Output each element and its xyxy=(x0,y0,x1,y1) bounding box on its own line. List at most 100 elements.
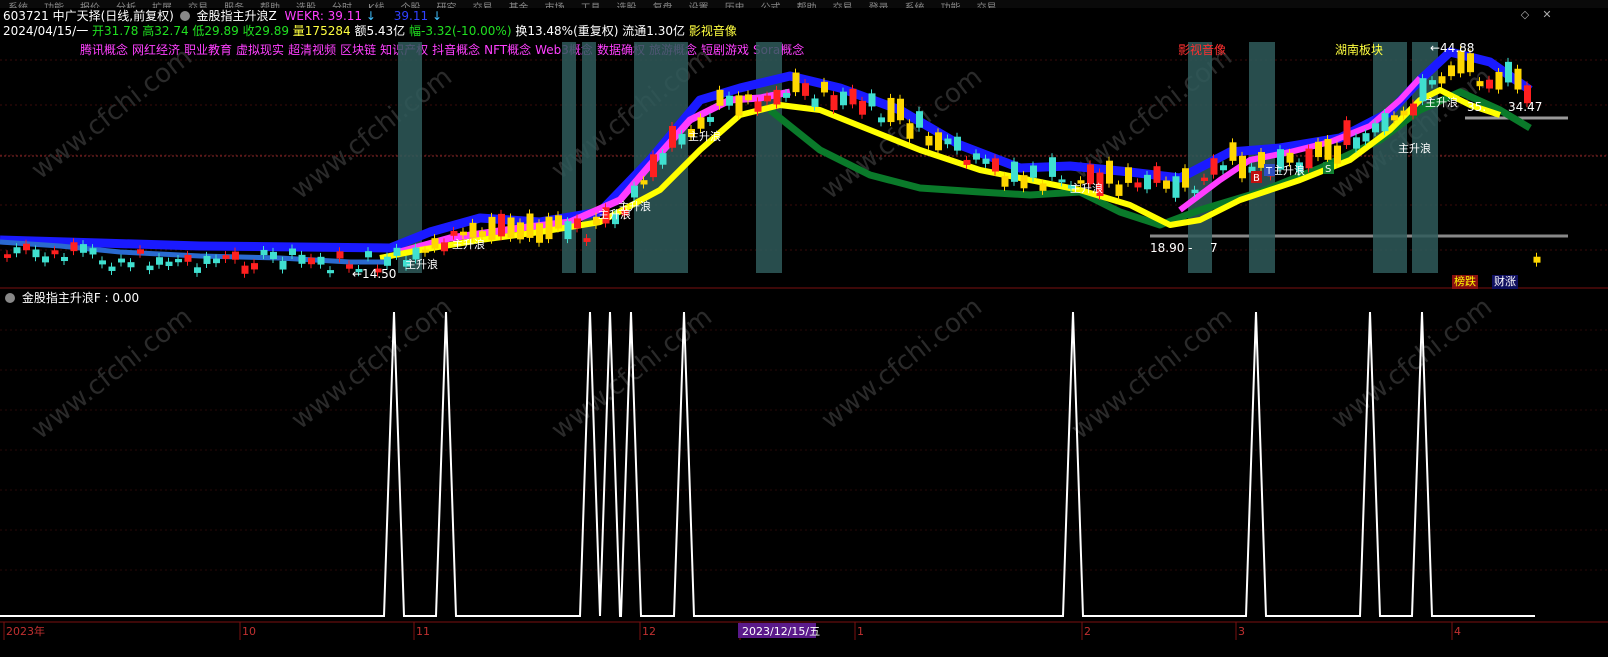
candle-body xyxy=(298,254,306,264)
candle-body xyxy=(1030,165,1037,178)
candle-body xyxy=(973,153,980,160)
candle-body xyxy=(1106,160,1113,184)
candle-body xyxy=(906,123,914,139)
candle-body xyxy=(1220,165,1227,171)
candle-body xyxy=(1286,152,1294,163)
wave-label: 主升浪 xyxy=(688,129,721,143)
badge-up[interactable]: 财涨 xyxy=(1492,275,1518,289)
candle-body xyxy=(935,132,942,151)
candle-body xyxy=(1163,180,1170,189)
candle-body xyxy=(317,256,325,265)
candle-body xyxy=(1334,145,1341,164)
candle-body xyxy=(175,258,182,263)
candle-body xyxy=(726,95,733,106)
candle-body xyxy=(982,158,990,164)
watermark-text: www.cfchi.com xyxy=(286,62,458,206)
watermark-text: www.cfchi.com xyxy=(816,292,988,436)
candle-body xyxy=(1258,152,1265,168)
watermark-text: www.cfchi.com xyxy=(1066,302,1238,446)
axis-label: 12 xyxy=(642,625,656,638)
candle-body xyxy=(241,265,249,274)
candle-body xyxy=(1514,68,1522,90)
candle-body xyxy=(1134,182,1142,188)
axis-label: 10 xyxy=(242,625,256,638)
candle-body xyxy=(1182,168,1189,188)
candle-body xyxy=(545,216,553,240)
candle-body xyxy=(498,213,505,237)
candle-body xyxy=(640,180,648,185)
candle-body xyxy=(526,213,534,238)
candle-body xyxy=(61,256,68,262)
candle-body xyxy=(878,117,885,123)
candle-body xyxy=(1391,115,1398,121)
watermark-text: www.cfchi.com xyxy=(1326,292,1498,436)
candle-body xyxy=(1172,176,1180,198)
axis-label: 2023/12/15/五 xyxy=(742,625,820,638)
candle-body xyxy=(574,218,581,229)
candle-body xyxy=(194,267,201,273)
candle-body xyxy=(1201,177,1208,181)
wave-label: 主升浪 xyxy=(452,237,485,251)
candle-body xyxy=(460,231,467,236)
candle-body xyxy=(716,89,724,106)
candle-body xyxy=(479,231,486,237)
candle-body xyxy=(745,94,752,101)
candle-body xyxy=(792,72,800,93)
candle-body xyxy=(4,254,11,258)
candle-body xyxy=(23,243,30,251)
candle-body xyxy=(279,260,287,270)
wave-label: 主升浪 xyxy=(1070,181,1103,195)
candle-body xyxy=(289,248,296,256)
candle-body xyxy=(650,154,657,178)
candle-body xyxy=(146,265,154,271)
badge-down[interactable]: 榜跌 xyxy=(1452,275,1478,289)
wave-label: 主升浪 xyxy=(405,257,438,271)
candle-body xyxy=(1381,113,1389,132)
price-label-high: ←44.88 xyxy=(1430,41,1474,55)
candle-body xyxy=(1533,256,1541,263)
candle-body xyxy=(1429,80,1436,85)
candle-body xyxy=(1115,184,1123,196)
candle-body xyxy=(365,251,372,258)
candle-body xyxy=(184,254,192,262)
candle-body xyxy=(270,251,277,260)
candle-body xyxy=(327,270,334,274)
indicator-toggle-icon[interactable] xyxy=(5,293,15,303)
wave-label: 主升浪 xyxy=(1272,163,1305,177)
price-label-low: 7 xyxy=(1210,241,1218,255)
candle-body xyxy=(773,89,781,105)
candle-body xyxy=(1410,103,1417,116)
price-label-low: ←14.50 xyxy=(352,267,396,281)
candle-body xyxy=(944,138,952,145)
price-label-low: 18.90 - xyxy=(1150,241,1193,255)
candle-body xyxy=(735,95,743,116)
candle-body xyxy=(156,257,163,265)
candle-body xyxy=(849,88,857,105)
candle-body xyxy=(669,126,676,148)
candle-body xyxy=(1505,61,1512,83)
candle-body xyxy=(1153,166,1161,183)
candle-body xyxy=(840,91,847,106)
candle-body xyxy=(507,217,515,238)
price-label: 34.47 xyxy=(1508,100,1542,114)
candle-body xyxy=(1400,110,1408,116)
wave-label: 主升浪 xyxy=(618,199,651,213)
candle-body xyxy=(260,249,268,256)
candle-body xyxy=(821,81,828,93)
candle-body xyxy=(916,111,923,128)
candle-body xyxy=(469,222,477,238)
candle-body xyxy=(1438,76,1446,84)
main-chart[interactable]: www.cfchi.com www.cfchi.com www.cfchi.com w… xyxy=(0,0,1608,657)
candle-body xyxy=(1324,138,1332,160)
wave-label: 主升浪 xyxy=(1398,141,1431,155)
candle-body xyxy=(393,247,401,256)
marker-t: T xyxy=(1265,166,1273,177)
candle-body xyxy=(165,261,173,267)
candle-body xyxy=(1362,133,1370,142)
wave-label: 主升浪 xyxy=(1425,95,1458,109)
candle-body xyxy=(1372,123,1379,133)
axis-label: 11 xyxy=(416,625,430,638)
candle-body xyxy=(99,260,106,265)
candle-body xyxy=(251,263,258,270)
candle-body xyxy=(1020,175,1028,189)
